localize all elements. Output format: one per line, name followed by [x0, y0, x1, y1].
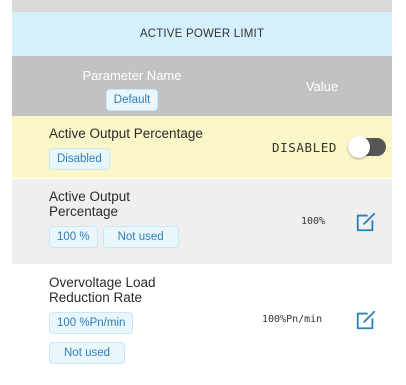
toggle-knob: [348, 136, 370, 158]
default-chip: Default: [105, 89, 159, 111]
parameter-name-label: Parameter Name: [82, 68, 182, 83]
table-row: Overvoltage Load Reduction Rate 100 %Pn/…: [12, 265, 392, 375]
top-divider: [12, 0, 392, 12]
parameter-name-cell: Active Output Percentage Disabled: [12, 116, 232, 170]
parameter-name-cell: Active Output Percentage 100 % Not used: [12, 179, 232, 248]
default-chips: 100 % Not used: [49, 226, 232, 248]
default-value-chip: 100 %Pn/min: [49, 312, 134, 334]
parameter-name-header: Parameter Name Default: [12, 56, 252, 116]
panel-title-text: ACTIVE POWER LIMIT: [139, 28, 265, 40]
table-header: Parameter Name Default Value: [12, 56, 392, 116]
value-label: Value: [305, 78, 339, 94]
value-header: Value: [252, 56, 392, 116]
parameter-name: Active Output Percentage: [49, 189, 131, 219]
parameter-value: DISABLED: [272, 139, 338, 155]
parameter-value: 100%Pn/min: [262, 314, 323, 325]
default-chips: Disabled: [49, 148, 232, 170]
status-chip: Not used: [49, 342, 126, 364]
default-value-chip: 100 %: [49, 226, 98, 248]
parameter-name-cell: Overvoltage Load Reduction Rate 100 %Pn/…: [12, 265, 232, 364]
active-power-limit-panel: ACTIVE POWER LIMIT Parameter Name Defaul…: [12, 0, 392, 385]
edit-icon[interactable]: [355, 309, 377, 331]
parameter-value: 100%: [301, 216, 326, 227]
default-value-chip: Disabled: [49, 148, 110, 170]
status-chip: Not used: [102, 226, 179, 248]
panel-title: ACTIVE POWER LIMIT: [12, 12, 392, 56]
default-chips: 100 %Pn/min Not used: [49, 312, 232, 364]
parameter-name: Overvoltage Load Reduction Rate: [49, 275, 156, 305]
parameter-name: Active Output Percentage: [49, 126, 203, 141]
table-row: Active Output Percentage 100 % Not used …: [12, 179, 392, 265]
active-output-toggle[interactable]: [348, 136, 386, 158]
edit-icon[interactable]: [355, 211, 377, 233]
table-row: Active Output Percentage Disabled DISABL…: [12, 116, 392, 179]
